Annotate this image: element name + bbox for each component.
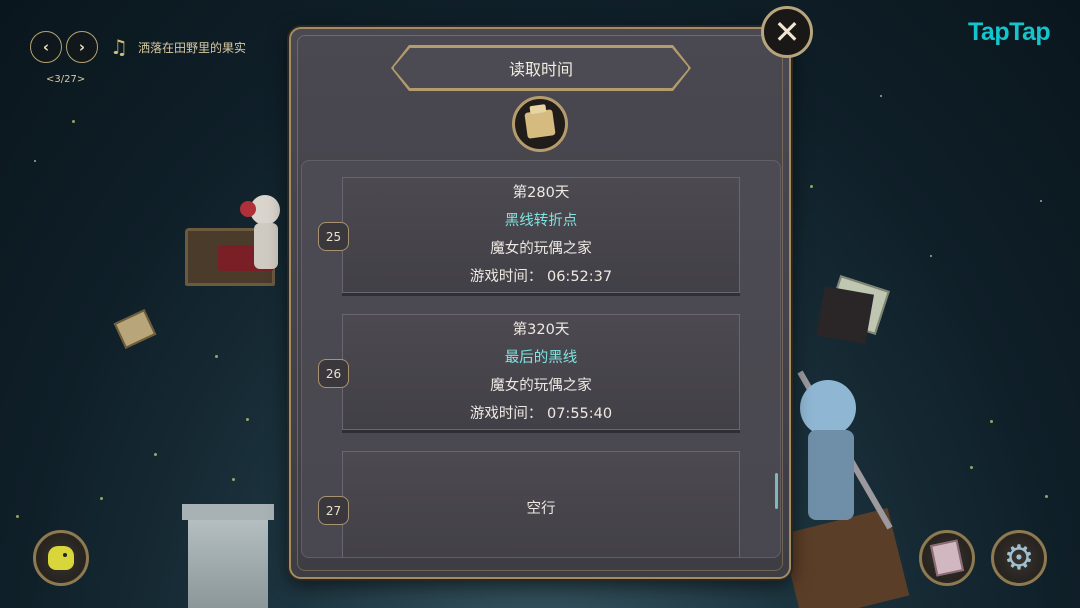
previous-track-button[interactable]: ‹ xyxy=(30,31,62,63)
slot-location: 魔女的玩偶之家 xyxy=(490,378,592,394)
save-emblem xyxy=(512,96,568,152)
slot-empty-label: 空行 xyxy=(526,501,556,517)
star xyxy=(215,355,218,358)
song-title: 洒落在田野里的果实 xyxy=(137,40,246,55)
next-track-button[interactable]: › xyxy=(66,31,98,63)
star xyxy=(970,466,973,469)
slot-route: 最后的黑线 xyxy=(504,350,578,366)
chest-icon xyxy=(524,109,556,139)
slot-number-badge: 26 xyxy=(318,359,349,388)
chick-icon xyxy=(48,546,74,570)
character-button[interactable] xyxy=(33,530,89,586)
taptap-logo: TapTap xyxy=(968,18,1051,46)
star xyxy=(1045,495,1048,498)
journal-button[interactable] xyxy=(919,530,975,586)
star xyxy=(810,185,813,188)
star xyxy=(232,478,235,481)
save-slot-26[interactable]: 第320天 最后的黑线 魔女的玩偶之家 游戏时间： 07:55:40 xyxy=(342,314,740,430)
gear-icon: ⚙ xyxy=(1003,538,1035,578)
stone-tower xyxy=(182,504,274,608)
close-icon: ✕ xyxy=(773,13,801,51)
music-player: ‹ › ♫ 洒落在田野里的果实 xyxy=(30,31,246,63)
slot-day: 第320天 xyxy=(512,322,570,338)
slot-day: 第280天 xyxy=(512,185,570,201)
star xyxy=(154,453,157,456)
slot-number-badge: 27 xyxy=(318,496,349,525)
track-counter: <3/27> xyxy=(46,74,86,85)
dialog-title: 读取时间 xyxy=(393,47,689,89)
star xyxy=(880,95,882,97)
slot-route: 黑线转折点 xyxy=(504,213,578,229)
slot-playtime: 游戏时间： 07:55:40 xyxy=(469,406,613,422)
list-scrollbar[interactable] xyxy=(775,473,778,509)
star xyxy=(16,515,19,518)
save-slot-25[interactable]: 第280天 黑线转折点 魔女的玩偶之家 游戏时间： 06:52:37 xyxy=(342,177,740,293)
slot-location: 魔女的玩偶之家 xyxy=(490,241,592,257)
chevron-left-icon: ‹ xyxy=(42,38,50,56)
save-slot-27[interactable]: 空行 xyxy=(342,451,740,557)
doll-figure-right xyxy=(790,286,900,530)
slot-playtime: 游戏时间： 06:52:37 xyxy=(469,269,613,285)
settings-button[interactable]: ⚙ xyxy=(991,530,1047,586)
star xyxy=(246,418,249,421)
star xyxy=(990,420,993,423)
star xyxy=(1040,200,1042,202)
save-slot-list[interactable]: 第280天 黑线转折点 魔女的玩偶之家 游戏时间： 06:52:37 25 第3… xyxy=(301,160,781,558)
chevron-right-icon: › xyxy=(78,38,86,56)
load-dialog: 读取时间 第280天 黑线转折点 魔女的玩偶之家 游戏时间： 06:52:37 … xyxy=(289,27,791,579)
close-button[interactable]: ✕ xyxy=(761,6,813,58)
star xyxy=(930,255,932,257)
music-note-icon: ♫ xyxy=(110,35,128,59)
star xyxy=(72,120,75,123)
floating-book xyxy=(113,309,157,349)
star xyxy=(34,160,36,162)
book-icon xyxy=(929,539,965,577)
doll-figure-left xyxy=(240,195,288,275)
star xyxy=(100,497,103,500)
slot-number-badge: 25 xyxy=(318,222,349,251)
